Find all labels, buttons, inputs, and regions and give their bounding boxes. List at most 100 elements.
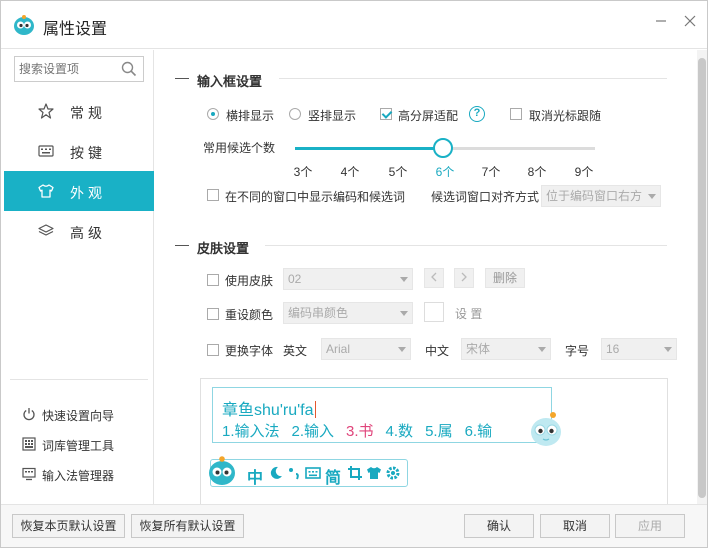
color-swatch[interactable] xyxy=(424,302,444,322)
font-size-label: 字号 xyxy=(565,344,590,358)
candidates-count-label: 常用候选个数 xyxy=(203,141,276,155)
candidate-list: 1.输入法 2.输入 3.书 4.数 5.属 6.输 xyxy=(222,420,504,441)
monitor-icon xyxy=(22,467,36,481)
sidebar-item-keys[interactable]: 按键 xyxy=(4,131,154,171)
color-target-select[interactable]: 编码串颜色 xyxy=(283,302,413,324)
hidpi-checkbox[interactable] xyxy=(380,108,392,120)
skin-value: 02 xyxy=(288,272,302,286)
restore-page-defaults-button[interactable]: 恢复本页默认设置 xyxy=(12,514,125,538)
english-font-select[interactable]: Arial xyxy=(321,338,411,360)
skin-select[interactable]: 02 xyxy=(283,268,413,290)
candidate-item-highlighted: 3.书 xyxy=(346,423,374,440)
star-icon xyxy=(38,103,54,119)
reset-color-checkbox[interactable] xyxy=(207,308,219,320)
content-panel: 输入框设置 横排显示 竖排显示 高分屏适配 ? 取消光标跟随 常用候选个数 3个… xyxy=(155,50,697,504)
skin-preview: 章鱼shu'ru'fa 1.输入法 2.输入 3.书 4.数 5.属 6.输 中… xyxy=(200,378,668,504)
sidebar-item-appearance[interactable]: 外观 xyxy=(4,171,154,211)
app-logo-icon xyxy=(14,15,34,35)
sidebar-item-general[interactable]: 常规 xyxy=(4,91,154,131)
section-dash xyxy=(175,245,189,246)
font-size-select[interactable]: 16 xyxy=(601,338,677,360)
reset-color-label: 重设颜色 xyxy=(225,308,274,322)
align-mode-select[interactable]: 位于编码窗口右方 xyxy=(541,185,661,207)
search-box[interactable] xyxy=(14,56,144,82)
settings-window: 属性设置 常规 按键 xyxy=(0,0,708,548)
cancel-cursor-follow-checkbox[interactable] xyxy=(510,108,522,120)
side-link-label: 快速设置向导 xyxy=(42,409,115,423)
close-button[interactable] xyxy=(680,13,700,33)
status-bar-preview: 中 简 xyxy=(209,456,408,487)
mascot-icon xyxy=(209,456,235,485)
cancel-cursor-follow-label: 取消光标跟随 xyxy=(529,109,602,123)
ok-button[interactable]: 确认 xyxy=(464,514,534,538)
chevron-down-icon xyxy=(664,347,672,352)
chinese-font-select[interactable]: 宋体 xyxy=(461,338,551,360)
next-skin-button[interactable] xyxy=(454,268,474,288)
scrollbar-thumb[interactable] xyxy=(698,58,706,498)
crop-icon xyxy=(348,466,362,480)
candidates-slider-knob[interactable] xyxy=(433,138,453,158)
keyboard-icon xyxy=(305,467,321,479)
align-mode-value: 位于编码窗口右方 xyxy=(546,189,643,203)
layers-icon xyxy=(38,224,54,236)
show-in-diff-window-label: 在不同的窗口中显示编码和候选词 xyxy=(225,190,406,204)
candidate-item: 2.输入 xyxy=(291,423,335,440)
chinese-font-value: 宋体 xyxy=(466,342,491,356)
delete-skin-button[interactable]: 删除 xyxy=(485,268,525,288)
use-skin-label: 使用皮肤 xyxy=(225,274,274,288)
composition-pinyin: shu'ru'fa xyxy=(254,402,314,419)
grid-icon xyxy=(22,437,36,451)
candidate-window-preview: 章鱼shu'ru'fa 1.输入法 2.输入 3.书 4.数 5.属 6.输 xyxy=(212,387,561,446)
candidate-tick[interactable]: 7个 xyxy=(476,163,506,180)
candidate-tick[interactable]: 3个 xyxy=(288,163,318,180)
sidebar-item-label: 外观 xyxy=(70,185,106,201)
show-in-diff-window-checkbox[interactable] xyxy=(207,189,219,201)
power-icon xyxy=(23,408,35,421)
candidates-slider-fill xyxy=(295,147,443,150)
chevron-down-icon xyxy=(400,311,408,316)
side-link-label: 词库管理工具 xyxy=(42,439,115,453)
chevron-down-icon xyxy=(398,347,406,352)
sidebar-item-label: 高级 xyxy=(70,225,106,241)
title-bar: 属性设置 xyxy=(1,1,707,49)
keyboard-icon xyxy=(38,145,54,157)
change-font-checkbox[interactable] xyxy=(207,344,219,356)
cancel-button[interactable]: 取消 xyxy=(540,514,610,538)
simplified-mode-indicator: 简 xyxy=(325,470,342,487)
color-set-button[interactable]: 设 置 xyxy=(455,305,482,322)
input-box-section-title: 输入框设置 xyxy=(197,74,263,89)
vertical-display-radio[interactable] xyxy=(289,108,301,120)
horizontal-display-radio[interactable] xyxy=(207,108,219,120)
english-font-label: 英文 xyxy=(283,344,308,358)
candidate-item: 4.数 xyxy=(385,423,414,440)
align-mode-label: 候选词窗口对齐方式 xyxy=(431,190,540,204)
text-caret xyxy=(314,401,316,418)
restore-all-defaults-button[interactable]: 恢复所有默认设置 xyxy=(131,514,244,538)
change-font-label: 更换字体 xyxy=(225,344,274,358)
side-link-label: 输入法管理器 xyxy=(42,469,115,483)
sidebar-divider xyxy=(10,379,148,380)
prev-skin-button[interactable] xyxy=(424,268,444,288)
minimize-icon xyxy=(656,20,666,22)
search-icon[interactable] xyxy=(121,61,137,77)
candidate-tick[interactable]: 5个 xyxy=(383,163,413,180)
candidate-tick[interactable]: 4个 xyxy=(335,163,365,180)
vertical-display-label: 竖排显示 xyxy=(308,109,357,123)
chevron-down-icon xyxy=(400,277,408,282)
apply-button[interactable]: 应用 xyxy=(615,514,685,538)
search-input[interactable] xyxy=(15,57,115,81)
candidate-tick[interactable]: 9个 xyxy=(569,163,599,180)
close-icon xyxy=(684,15,696,27)
chinese-font-label: 中文 xyxy=(425,344,450,358)
candidate-tick-selected[interactable]: 6个 xyxy=(430,163,460,180)
use-skin-checkbox[interactable] xyxy=(207,274,219,286)
help-icon[interactable]: ? xyxy=(469,106,485,122)
footer-bar: 恢复本页默认设置 恢复所有默认设置 确认 取消 应用 xyxy=(1,504,707,547)
minimize-button[interactable] xyxy=(651,13,671,33)
candidate-tick[interactable]: 8个 xyxy=(522,163,552,180)
chevron-right-icon xyxy=(461,272,467,282)
english-font-value: Arial xyxy=(326,342,351,356)
sidebar-item-advanced[interactable]: 高级 xyxy=(4,211,154,251)
mascot-icon xyxy=(531,412,561,446)
scrollbar[interactable] xyxy=(697,50,707,504)
